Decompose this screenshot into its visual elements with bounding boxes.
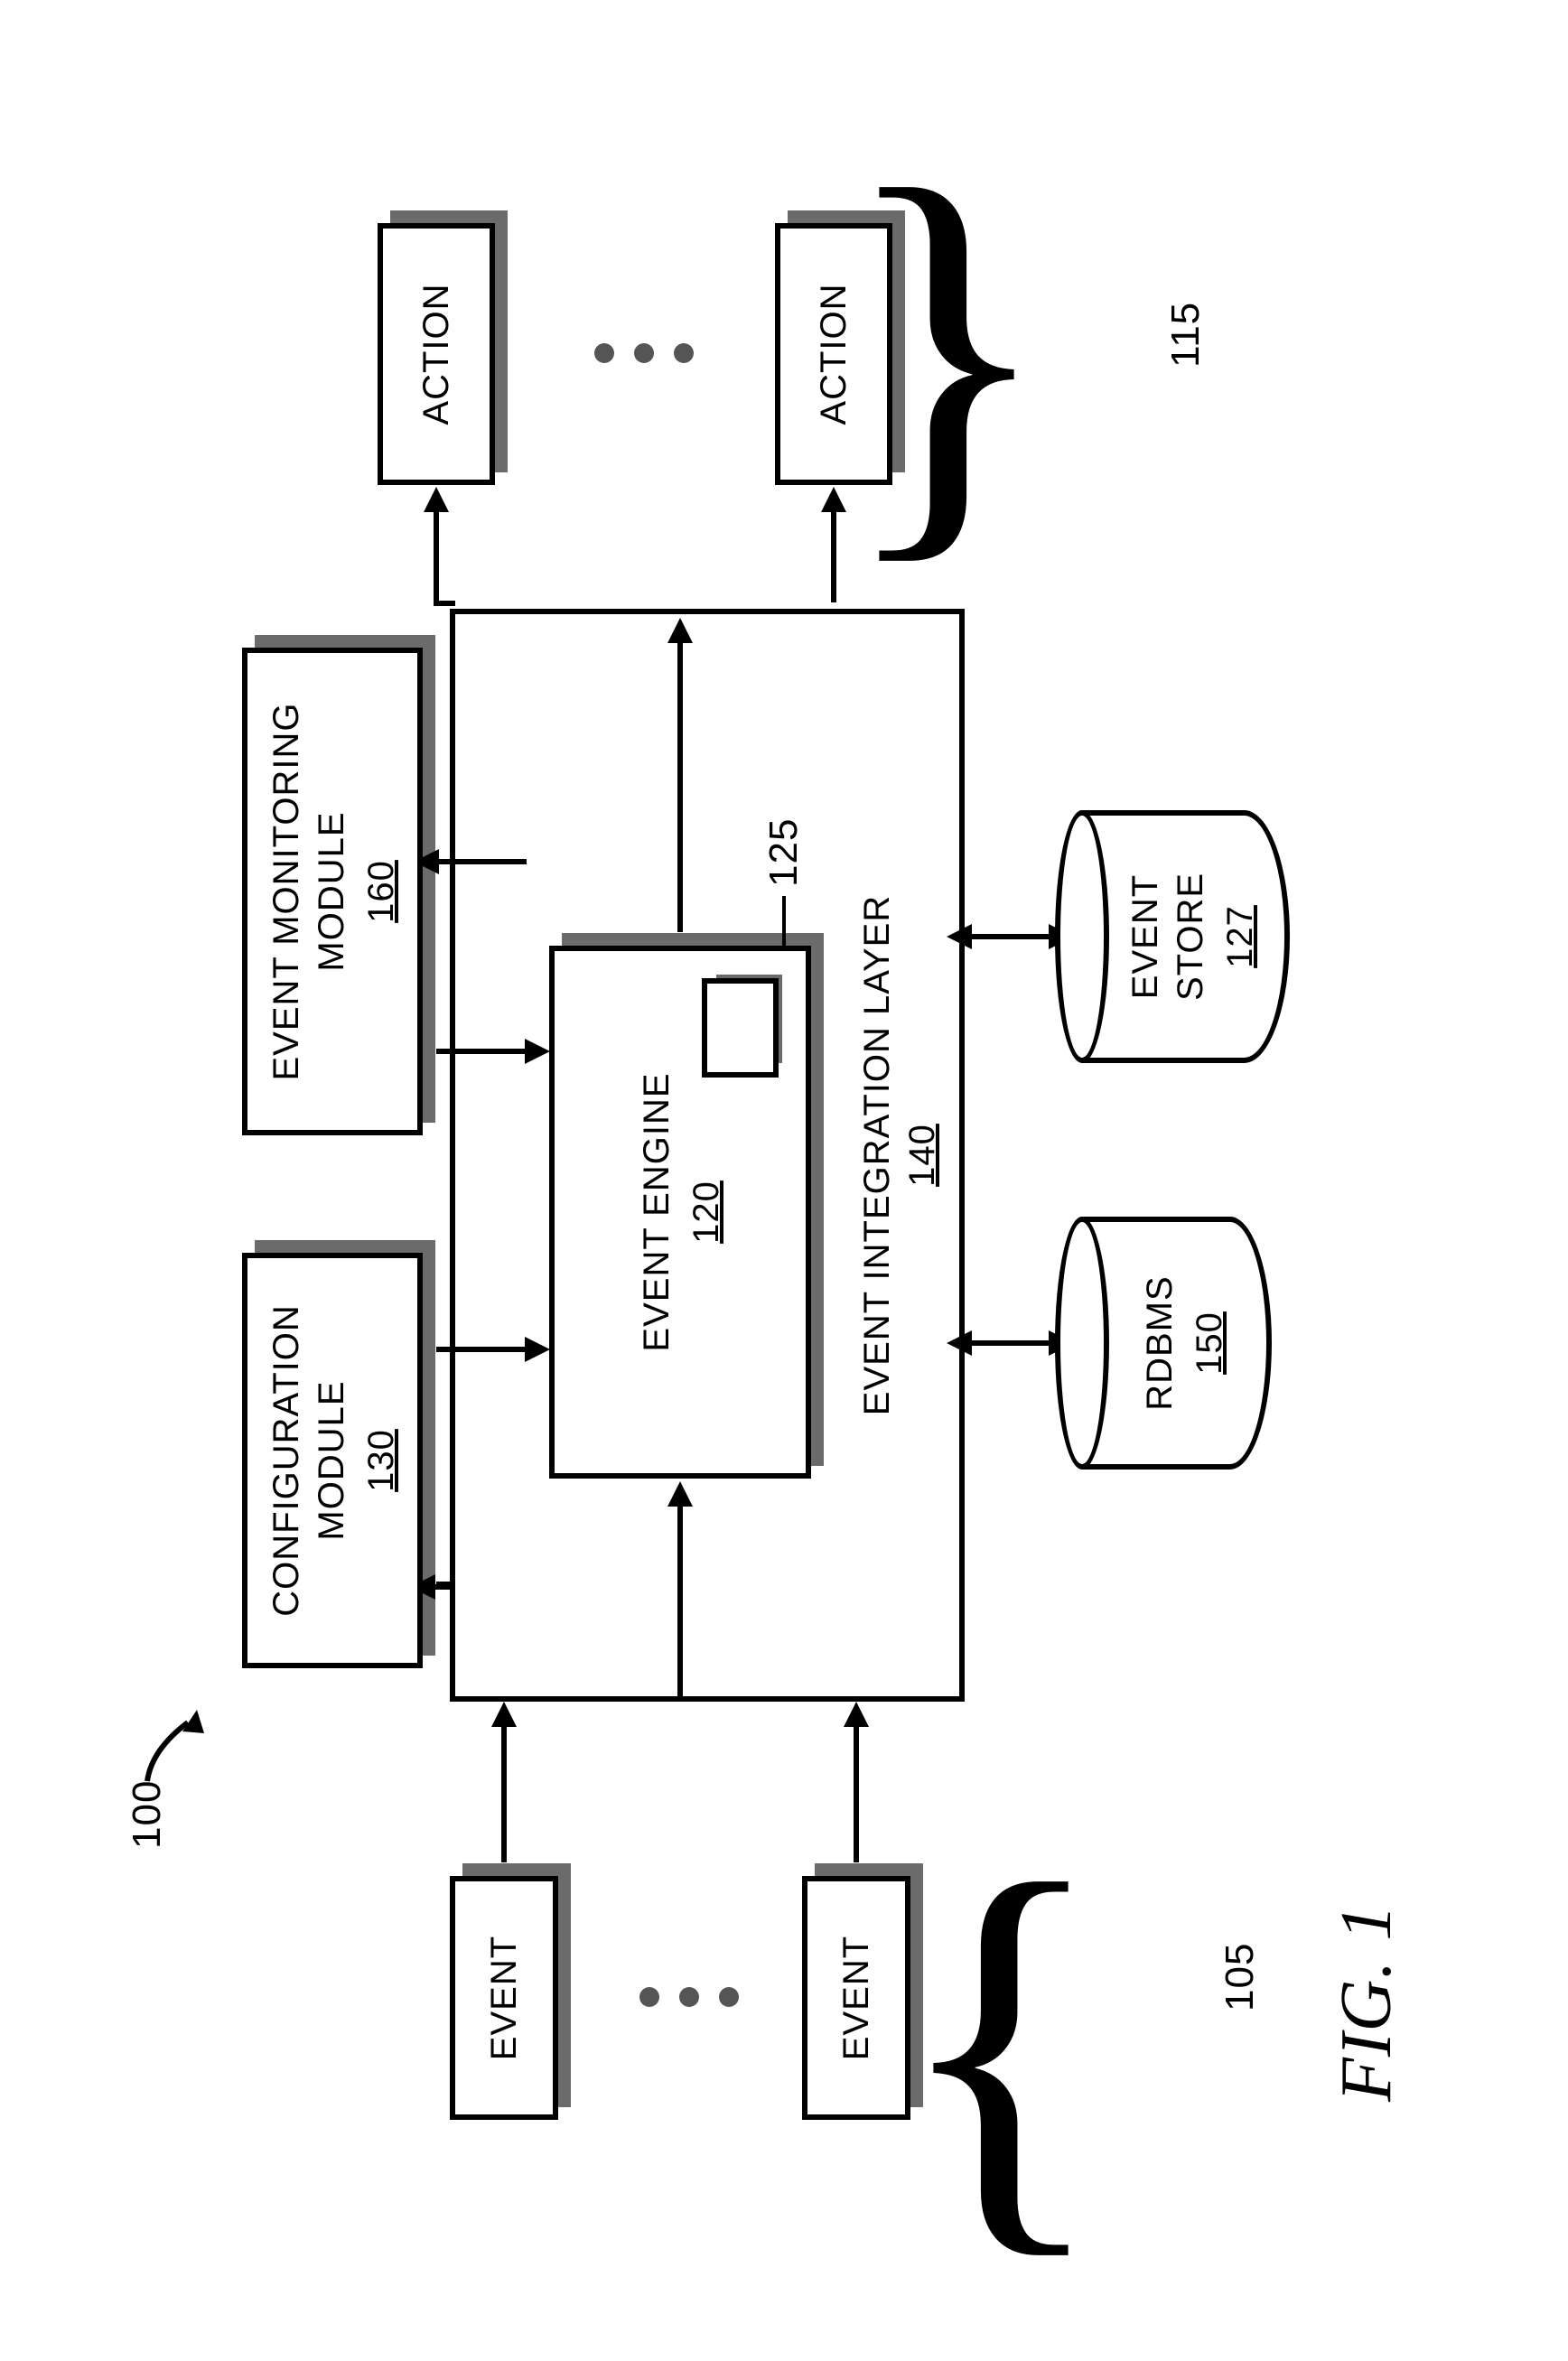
arrow-action-bottom: [831, 512, 836, 602]
inputs-ref-label: 105: [1218, 1943, 1263, 2011]
arrowhead: [525, 1039, 550, 1064]
arrow-action-top: [434, 512, 439, 602]
arrowhead: [424, 487, 449, 512]
event-box-bottom: EVENT: [802, 1876, 910, 2120]
event-ellipsis: [639, 1987, 739, 2007]
arrow-eventstore: [969, 934, 1050, 939]
event-store-title: EVENT STORE: [1123, 873, 1213, 1001]
event-store-num: 127: [1220, 905, 1261, 968]
arrowhead: [844, 1702, 869, 1727]
integration-layer-num: 140: [902, 614, 943, 1696]
arrow-engine-to-intlayer-right: [677, 643, 683, 932]
rdbms-cylinder: RDBMS 150: [1082, 1217, 1272, 1470]
arrow-monitor-to-engine: [436, 1049, 527, 1054]
monitoring-module-num: 160: [361, 860, 402, 923]
arrow-config-to-engine: [436, 1347, 527, 1352]
rdbms-title: RDBMS: [1137, 1275, 1182, 1410]
system-diagram: 100 EVENT EVENT { 105 ACTION ACTION { 11…: [107, 142, 1461, 2219]
action-box-label: ACTION: [811, 283, 856, 425]
event-engine-num: 120: [686, 1180, 727, 1244]
monitoring-module-title: EVENT MONITORING MODULE: [264, 703, 354, 1081]
configuration-module-title: CONFIGURATION MODULE: [264, 1304, 354, 1617]
arrowhead: [821, 487, 846, 512]
arrow-rdbms: [969, 1340, 1050, 1346]
event-engine-box: EVENT ENGINE 120: [549, 946, 811, 1479]
arrowhead: [525, 1337, 550, 1362]
system-ref-label: 100: [125, 1780, 170, 1849]
event-engine-title: EVENT ENGINE: [634, 1072, 679, 1351]
inputs-brace: {: [892, 1817, 1109, 2269]
arrowhead: [667, 1481, 693, 1507]
outputs-ref-label: 115: [1163, 302, 1209, 368]
system-ref-arrow: [143, 1704, 210, 1786]
event-engine-inner: [702, 978, 779, 1078]
arrow-action-top-v: [434, 601, 455, 606]
arrow-intlayer-to-config: [432, 1584, 450, 1590]
integration-layer-title: EVENT INTEGRATION LAYER: [857, 614, 898, 1696]
rdbms-num: 150: [1190, 1311, 1230, 1375]
configuration-module-box: CONFIGURATION MODULE 130: [242, 1253, 423, 1668]
action-ellipsis: [594, 343, 694, 363]
arrowhead: [947, 1330, 972, 1356]
event-store-cylinder: EVENT STORE 127: [1082, 810, 1290, 1063]
arrowhead: [491, 1702, 517, 1727]
action-box-top: ACTION: [378, 223, 495, 485]
event-box-label: EVENT: [481, 1936, 527, 2060]
configuration-module-num: 130: [361, 1429, 402, 1492]
arrow-engine-to-monitor: [436, 859, 527, 864]
arrow-event-top: [501, 1727, 507, 1862]
action-box-label: ACTION: [414, 283, 459, 425]
event-box-label: EVENT: [834, 1936, 879, 2060]
event-box-top: EVENT: [450, 1876, 558, 2120]
arrow-intlayer-to-engine-left: [677, 1507, 683, 1696]
action-box-bottom: ACTION: [775, 223, 892, 485]
arrowhead: [667, 618, 693, 643]
figure-caption: FIG. 1: [1326, 1904, 1408, 2102]
monitoring-module-box: EVENT MONITORING MODULE 160: [242, 648, 423, 1135]
arrow-event-bottom: [854, 1727, 859, 1862]
arrowhead: [947, 924, 972, 949]
